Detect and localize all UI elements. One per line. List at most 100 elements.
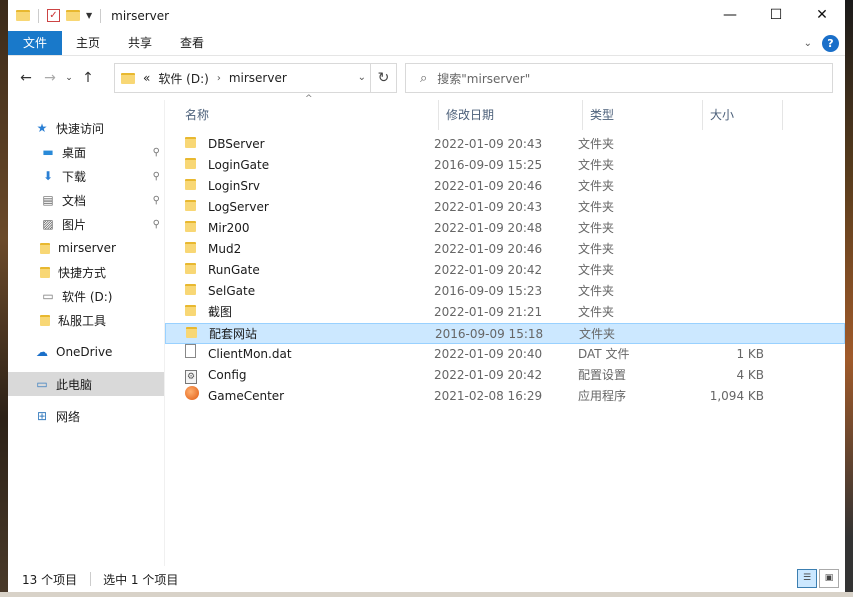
address-bar[interactable]: « 软件 (D:) › mirserver ⌄ ↻ [114,63,397,93]
file-date: 2022-01-09 20:40 [434,347,543,361]
file-row[interactable]: Mud2 2022-01-09 20:46 文件夹 [165,239,845,260]
file-row[interactable]: LogServer 2022-01-09 20:43 文件夹 [165,197,845,218]
nav-item[interactable]: ▤ 文档 ⚲ [8,188,164,212]
file-date: 2022-01-09 20:43 [434,200,543,214]
file-date: 2022-01-09 20:48 [434,221,543,235]
file-row[interactable]: 截图 2022-01-09 21:21 文件夹 [165,302,845,323]
folder-icon [185,218,199,239]
file-row[interactable]: Mir200 2022-01-09 20:48 文件夹 [165,218,845,239]
separator [90,572,92,586]
file-row[interactable]: LoginGate 2016-09-09 15:25 文件夹 [165,155,845,176]
file-date: 2016-09-09 15:25 [434,158,543,172]
folder-icon [185,302,199,323]
tab-file[interactable]: 文件 [8,31,63,55]
large-icons-view-icon[interactable]: ▣ [819,569,839,588]
nav-item[interactable]: ▬ 桌面 ⚲ [8,140,164,164]
column-size[interactable]: 大小 [704,100,783,130]
breadcrumb-drive[interactable]: 软件 (D:) [158,70,208,87]
file-row[interactable]: ClientMon.dat 2022-01-09 20:40 DAT 文件 1 KB [165,344,845,365]
nav-network[interactable]: ⊞ 网络 [8,404,164,428]
tab-view[interactable]: 查看 [166,31,218,55]
nav-this-pc[interactable]: ▭ 此电脑 [8,372,164,396]
separator [38,8,39,23]
file-name: Mir200 [208,221,250,235]
back-arrow-icon[interactable]: ← [14,70,38,86]
column-name[interactable]: 名称 [179,100,439,130]
up-arrow-icon[interactable]: ↑ [76,70,100,86]
folder-icon [185,260,199,281]
file-date: 2021-02-08 16:29 [434,389,543,403]
file-type: 文件夹 [578,263,615,277]
chevron-down-icon[interactable]: ⌄ [358,64,366,92]
file-type: 文件夹 [578,221,615,235]
file-name: ClientMon.dat [208,347,292,361]
nav-onedrive[interactable]: ☁ OneDrive [8,340,164,364]
properties-icon[interactable]: ✓ [47,9,60,22]
nav-label: 图片 [62,217,87,232]
file-row[interactable]: 配套网站 2016-09-09 15:18 文件夹 [165,323,845,344]
nav-label: 桌面 [62,145,87,160]
nav-quick-access[interactable]: ★ 快速访问 [8,116,164,140]
item-count: 13 个项目 [22,572,78,587]
folder-icon [40,266,50,278]
nav-label: 此电脑 [56,377,93,392]
file-row[interactable]: DBServer 2022-01-09 20:43 文件夹 [165,134,845,155]
nav-item[interactable]: ▨ 图片 ⚲ [8,212,164,236]
file-date: 2022-01-09 21:21 [434,305,543,319]
close-button[interactable]: ✕ [799,0,845,31]
customize-toolbar-icon[interactable]: ▼ [86,11,92,20]
file-size: 4 KB [736,368,764,382]
recent-locations-icon[interactable]: ⌄ [62,73,76,83]
nav-item[interactable]: 快捷方式 [8,260,164,284]
chevron-right-icon[interactable]: › [217,73,221,84]
star-icon: ★ [36,121,48,135]
breadcrumb-prefix[interactable]: « [143,71,150,85]
expand-ribbon-icon[interactable]: ⌄ [804,38,812,49]
file-name: LoginSrv [208,179,261,193]
file-list: ^ 名称 修改日期 类型 大小 DBServer 2022-01-09 20:43… [165,94,845,566]
folder-icon [185,281,199,302]
help-icon[interactable]: ? [822,35,839,52]
nav-label: 私服工具 [58,313,107,328]
file-name: LogServer [208,200,269,214]
file-row[interactable]: SelGate 2016-09-09 15:23 文件夹 [165,281,845,302]
file-row[interactable]: RunGate 2022-01-09 20:42 文件夹 [165,260,845,281]
nav-label: OneDrive [56,345,113,359]
nav-item[interactable]: mirserver [8,236,164,260]
file-type: 文件夹 [578,284,615,298]
main-area: ★ 快速访问 ▬ 桌面 ⚲ ⬇ 下载 ⚲ ▤ 文档 ⚲ ▨ 图片 ⚲ mirserver 快捷方式 ▭ 软件 … [8,94,845,566]
column-type[interactable]: 类型 [584,100,703,130]
file-name: GameCenter [208,389,285,403]
column-date[interactable]: 修改日期 [440,100,583,130]
file-name-cell: GameCenter [185,386,284,407]
picture-icon: ▨ [42,217,54,231]
file-type: 应用程序 [578,389,627,403]
search-box[interactable]: ⌕ 搜索"mirserver" [405,63,833,93]
pin-icon: ⚲ [152,218,160,230]
file-icon [185,344,199,365]
nav-item[interactable]: ▭ 软件 (D:) [8,284,164,308]
refresh-icon[interactable]: ↻ [370,64,396,92]
file-row[interactable]: LoginSrv 2022-01-09 20:46 文件夹 [165,176,845,197]
view-switcher: ☰ ▣ [797,569,839,588]
minimize-button[interactable]: — [707,0,753,31]
maximize-button[interactable]: ☐ [753,0,799,31]
nav-item[interactable]: 私服工具 [8,308,164,332]
navigation-pane: ★ 快速访问 ▬ 桌面 ⚲ ⬇ 下载 ⚲ ▤ 文档 ⚲ ▨ 图片 ⚲ mirserver 快捷方式 ▭ 软件 … [8,100,165,566]
tab-home[interactable]: 主页 [62,31,114,55]
breadcrumb-folder[interactable]: mirserver [229,71,287,85]
nav-item[interactable]: ⬇ 下载 ⚲ [8,164,164,188]
details-view-icon[interactable]: ☰ [797,569,817,588]
forward-arrow-icon[interactable]: → [38,70,62,86]
file-row[interactable]: GameCenter 2021-02-08 16:29 应用程序 1,094 KB [165,386,845,407]
new-folder-icon[interactable] [66,10,80,21]
nav-label: 快捷方式 [58,265,107,280]
file-name: Config [208,368,247,382]
tab-share[interactable]: 共享 [114,31,166,55]
file-row[interactable]: ⚙ Config 2022-01-09 20:42 配置设置 4 KB [165,365,845,386]
file-date: 2022-01-09 20:46 [434,179,543,193]
file-type: 文件夹 [578,179,615,193]
nav-label: 网络 [56,409,81,424]
desktop-icon: ▬ [42,145,54,159]
application-icon [185,386,199,407]
